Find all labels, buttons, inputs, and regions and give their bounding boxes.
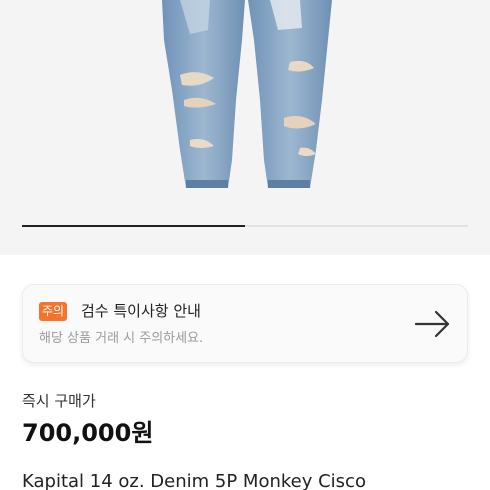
gallery-page-indicator-active: [22, 225, 245, 227]
product-image: [162, 0, 332, 188]
price-value: 700,000원: [22, 419, 154, 447]
arrow-right-icon[interactable]: [414, 310, 452, 338]
gallery-page-indicator: [22, 225, 468, 227]
price-label: 즉시 구매가: [22, 392, 96, 410]
notice-subtitle: 해당 상품 거래 시 주의하세요.: [39, 331, 204, 346]
notice-title: 검수 특이사항 안내: [81, 302, 201, 320]
caution-badge: 주의: [39, 302, 68, 321]
product-image-gallery[interactable]: [0, 0, 490, 255]
inspection-notice-card[interactable]: 주의 검수 특이사항 안내 해당 상품 거래 시 주의하세요.: [22, 284, 468, 363]
product-title: Kapital 14 oz. Denim 5P Monkey Cisco: [22, 471, 366, 490]
